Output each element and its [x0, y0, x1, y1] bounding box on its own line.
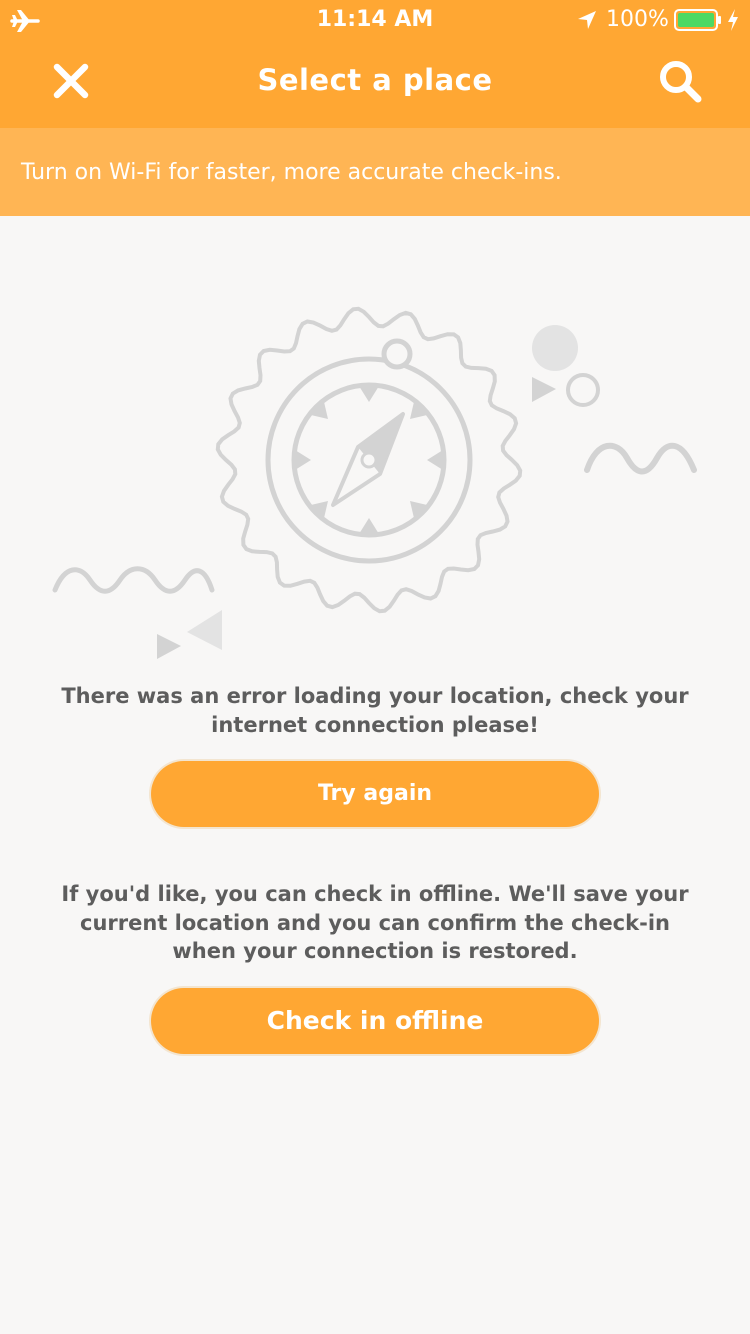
squiggle-left — [52, 566, 215, 594]
offline-message: If you'd like, you can check in offline.… — [61, 882, 689, 963]
dot-shape — [532, 325, 578, 371]
status-bar: 11:14 AM 100% — [0, 0, 750, 40]
header: 11:14 AM 100% Select a place — [0, 0, 750, 128]
compass-tick — [295, 450, 311, 470]
wifi-banner-text: Turn on Wi-Fi for faster, more accurate … — [21, 160, 562, 185]
compass-needle-icon — [331, 412, 405, 507]
try-again-button[interactable]: Try again — [151, 761, 599, 827]
triangle-small — [157, 634, 181, 659]
triangle-shape — [532, 377, 556, 402]
bolt-icon — [728, 9, 738, 31]
check-in-offline-button[interactable]: Check in offline — [151, 988, 599, 1054]
battery-percent: 100% — [606, 7, 669, 32]
compass-tick — [359, 386, 379, 402]
compass-tick — [359, 518, 379, 534]
search-button[interactable] — [646, 48, 712, 114]
triangle-large — [187, 610, 222, 650]
error-message: There was an error loading your location… — [61, 684, 689, 737]
squiggle-right — [584, 442, 697, 475]
compass-illustration — [52, 306, 697, 659]
page-title: Select a place — [257, 63, 493, 97]
ring-shape — [566, 373, 600, 407]
compass-loop — [381, 338, 413, 370]
search-icon — [660, 61, 702, 103]
compass-tick — [427, 450, 443, 470]
location-arrow-icon — [578, 11, 596, 29]
battery-icon — [674, 9, 721, 31]
wifi-banner: Turn on Wi-Fi for faster, more accurate … — [0, 128, 750, 216]
